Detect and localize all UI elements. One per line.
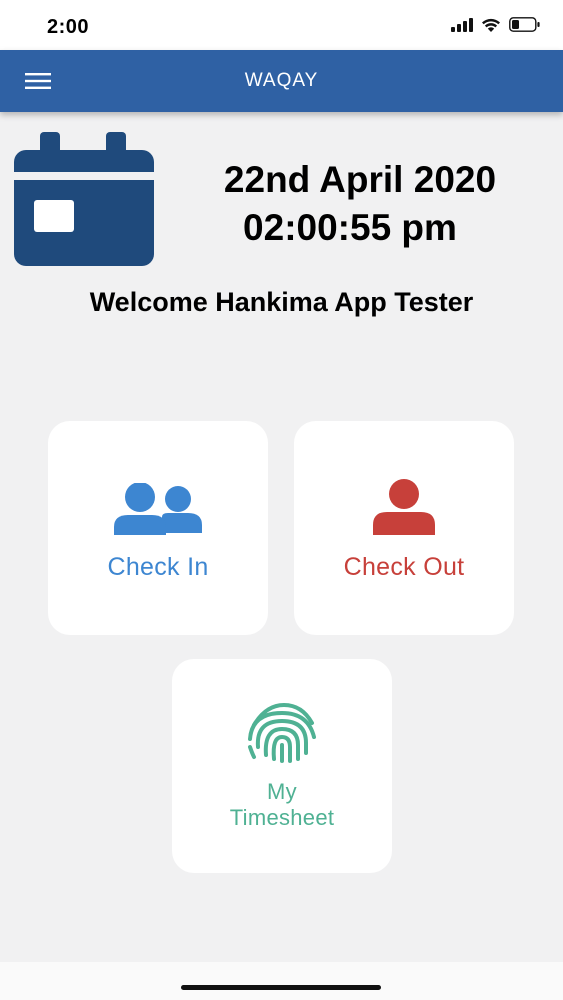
battery-icon xyxy=(509,17,541,37)
user-icon xyxy=(354,479,454,535)
home-indicator[interactable] xyxy=(181,985,381,990)
app-title: WAQAY xyxy=(244,70,319,91)
signal-icon xyxy=(451,17,473,37)
status-bar: 2:00 xyxy=(0,0,563,50)
welcome-message: Welcome Hankima App Tester xyxy=(89,287,474,317)
check-in-button[interactable]: Check In xyxy=(48,421,268,635)
top-navbar: WAQAY xyxy=(0,50,563,112)
status-icons xyxy=(451,16,541,38)
my-timesheet-button[interactable]: My Timesheet xyxy=(172,659,392,873)
current-time: 02:00:55 pm xyxy=(243,207,457,248)
current-date: 22nd April 2020 xyxy=(223,159,497,200)
check-out-button[interactable]: Check Out xyxy=(294,421,514,635)
check-out-label: Check Out xyxy=(343,553,465,581)
timesheet-label-line1: My xyxy=(267,779,297,804)
bottom-area xyxy=(0,962,563,1000)
timesheet-label: My Timesheet xyxy=(230,779,335,831)
users-icon xyxy=(108,479,208,535)
timesheet-label-line2: Timesheet xyxy=(229,805,335,830)
fingerprint-icon xyxy=(244,703,320,767)
status-time: 2:00 xyxy=(47,16,90,38)
calendar-icon xyxy=(14,132,154,266)
check-in-label: Check In xyxy=(107,553,209,581)
wifi-icon xyxy=(481,17,501,37)
